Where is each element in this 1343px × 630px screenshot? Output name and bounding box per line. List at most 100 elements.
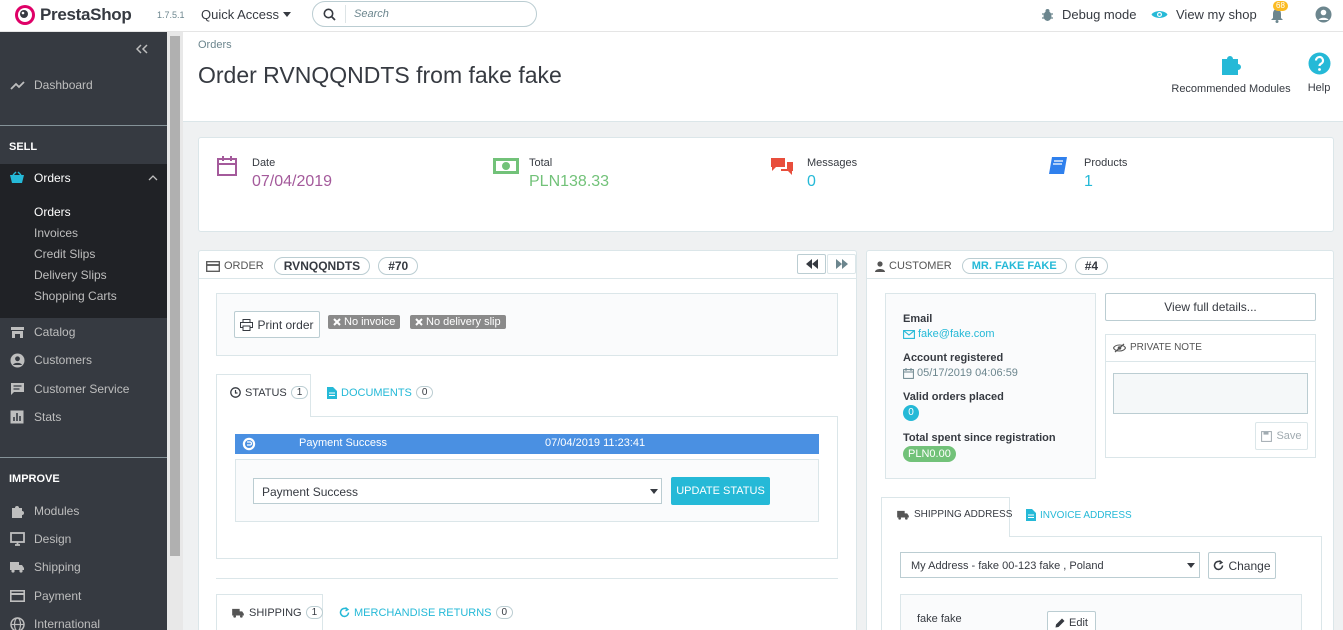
backward-icon bbox=[805, 259, 818, 269]
search-icon[interactable] bbox=[323, 8, 336, 21]
print-icon bbox=[240, 318, 254, 331]
status-select-value: Payment Success bbox=[262, 485, 359, 499]
clock-icon bbox=[230, 387, 241, 398]
order-heading-label: ORDER bbox=[224, 260, 264, 272]
sidebar-item-international[interactable]: International bbox=[0, 611, 167, 630]
brand-name[interactable]: PrestaShop bbox=[40, 5, 132, 25]
kpi-products-value: 1 bbox=[1084, 173, 1093, 190]
account-registered-value-group: 05/17/2019 04:06:59 bbox=[903, 367, 1018, 379]
email-label: Email bbox=[903, 313, 933, 325]
tab-status-label: STATUS bbox=[245, 386, 287, 399]
edit-address-button[interactable]: Edit bbox=[1047, 611, 1096, 630]
shopping-basket-icon bbox=[10, 171, 24, 183]
change-address-button[interactable]: Change bbox=[1208, 552, 1276, 579]
view-full-details-button[interactable]: View full details... bbox=[1105, 293, 1316, 321]
next-order-button[interactable] bbox=[827, 254, 856, 274]
sidebar-item-catalog[interactable]: Catalog bbox=[0, 319, 167, 345]
sidebar-item-shipping[interactable]: Shipping bbox=[0, 554, 167, 580]
book-icon bbox=[1049, 157, 1067, 174]
caret-down-icon bbox=[650, 489, 658, 494]
user-icon bbox=[875, 260, 885, 272]
address-select[interactable]: My Address - fake 00-123 fake , Poland bbox=[900, 552, 1200, 578]
private-note-label: PRIVATE NOTE bbox=[1130, 342, 1202, 353]
store-icon bbox=[10, 326, 24, 338]
tab-merchandise-returns[interactable]: MERCHANDISE RETURNS 0 bbox=[339, 606, 514, 619]
submenu-orders[interactable]: Orders bbox=[34, 205, 71, 219]
customer-name-badge[interactable]: MR. FAKE FAKE bbox=[961, 258, 1067, 274]
tab-documents-count: 0 bbox=[415, 386, 434, 399]
edit-address-label: Edit bbox=[1069, 617, 1088, 629]
sidebar-item-payment[interactable]: Payment bbox=[0, 583, 167, 609]
view-full-details-label: View full details... bbox=[1164, 300, 1257, 314]
private-note-divider bbox=[1105, 361, 1316, 362]
kpi-date-label: Date bbox=[252, 157, 276, 169]
address-select-value: My Address - fake 00-123 fake , Poland bbox=[911, 560, 1104, 572]
user-account-icon[interactable] bbox=[1315, 6, 1332, 23]
sidebar-item-customer-service[interactable]: Customer Service bbox=[0, 376, 167, 402]
debug-mode-link[interactable]: Debug mode bbox=[1041, 7, 1136, 22]
submenu-invoices[interactable]: Invoices bbox=[34, 226, 78, 240]
view-my-shop-link[interactable]: View my shop bbox=[1151, 7, 1257, 22]
prestashop-logo-icon[interactable] bbox=[14, 4, 36, 26]
sidebar-item-label: Modules bbox=[34, 504, 80, 518]
tab-shipping-label-group: SHIPPING 1 bbox=[231, 606, 324, 619]
sidebar-item-customers[interactable]: Customers bbox=[0, 347, 167, 373]
recommended-modules-button[interactable]: Recommended Modules bbox=[1168, 52, 1294, 95]
submenu-shopping-carts[interactable]: Shopping Carts bbox=[34, 289, 117, 303]
envelope-icon bbox=[903, 329, 915, 339]
customer-id-badge: #4 bbox=[1074, 257, 1109, 275]
private-note-textarea[interactable] bbox=[1113, 373, 1308, 414]
sidebar-item-orders[interactable]: Orders bbox=[0, 164, 167, 191]
status-select[interactable]: Payment Success bbox=[253, 478, 662, 504]
valid-orders-badge: 0 bbox=[903, 405, 919, 421]
print-order-button[interactable]: Print order bbox=[234, 311, 320, 338]
order-panel-divider bbox=[198, 278, 857, 279]
print-order-label: Print order bbox=[257, 317, 314, 332]
eye-icon bbox=[1151, 11, 1168, 18]
scrollbar-thumb[interactable] bbox=[170, 36, 180, 556]
submenu-delivery-slips[interactable]: Delivery Slips bbox=[34, 268, 107, 282]
email-link[interactable]: fake@fake.com bbox=[903, 328, 995, 340]
search-input[interactable]: Search bbox=[354, 8, 389, 20]
notification-count-badge: 68 bbox=[1273, 1, 1288, 11]
refresh-icon bbox=[1214, 560, 1224, 571]
collapse-sidebar-icon[interactable] bbox=[136, 44, 148, 54]
sidebar-item-label: International bbox=[34, 617, 101, 630]
sidebar-item-modules[interactable]: Modules bbox=[0, 498, 167, 524]
truck-icon bbox=[897, 510, 909, 520]
sidebar-item-label: Shipping bbox=[34, 560, 81, 574]
tab-status-count: 1 bbox=[290, 386, 309, 399]
tab-invoice-address[interactable]: INVOICE ADDRESS bbox=[1026, 509, 1132, 521]
status-payment-icon bbox=[242, 437, 256, 451]
breadcrumb[interactable]: Orders bbox=[198, 39, 232, 51]
puzzle-icon bbox=[11, 505, 24, 518]
file-icon bbox=[327, 386, 337, 399]
address-name: fake fake bbox=[917, 613, 962, 625]
update-status-button[interactable]: UPDATE STATUS bbox=[671, 477, 770, 505]
update-status-label: UPDATE STATUS bbox=[676, 485, 765, 497]
tab-shipping-address-label: SHIPPING ADDRESS bbox=[914, 509, 1013, 520]
sidebar-scrollbar[interactable] bbox=[167, 32, 183, 630]
save-note-button[interactable]: Save bbox=[1255, 422, 1308, 450]
quick-access-dropdown[interactable]: Quick Access bbox=[201, 7, 292, 22]
truck-icon bbox=[10, 562, 24, 573]
sidebar-item-label: Design bbox=[34, 532, 72, 546]
sidebar-item-design[interactable]: Design bbox=[0, 526, 167, 552]
previous-order-button[interactable] bbox=[797, 254, 826, 274]
status-history-name: Payment Success bbox=[299, 437, 388, 449]
sidebar-item-stats[interactable]: Stats bbox=[0, 404, 167, 430]
tab-shipping-address-label-group: SHIPPING ADDRESS bbox=[896, 509, 1012, 520]
sidebar-item-dashboard[interactable]: Dashboard bbox=[0, 72, 167, 98]
messages-icon bbox=[771, 158, 793, 175]
tab-documents[interactable]: DOCUMENTS 0 bbox=[327, 386, 434, 399]
customer-panel-divider bbox=[866, 278, 1334, 279]
help-button[interactable]: Help bbox=[1304, 52, 1334, 94]
tab-documents-label: DOCUMENTS bbox=[341, 386, 412, 399]
search-bar: Search bbox=[312, 1, 537, 27]
help-label: Help bbox=[1307, 82, 1331, 94]
truck-icon bbox=[232, 608, 244, 618]
private-note-heading: PRIVATE NOTE bbox=[1113, 342, 1202, 353]
forward-icon bbox=[835, 259, 848, 269]
order-section-divider bbox=[216, 578, 838, 579]
submenu-credit-slips[interactable]: Credit Slips bbox=[34, 247, 95, 261]
